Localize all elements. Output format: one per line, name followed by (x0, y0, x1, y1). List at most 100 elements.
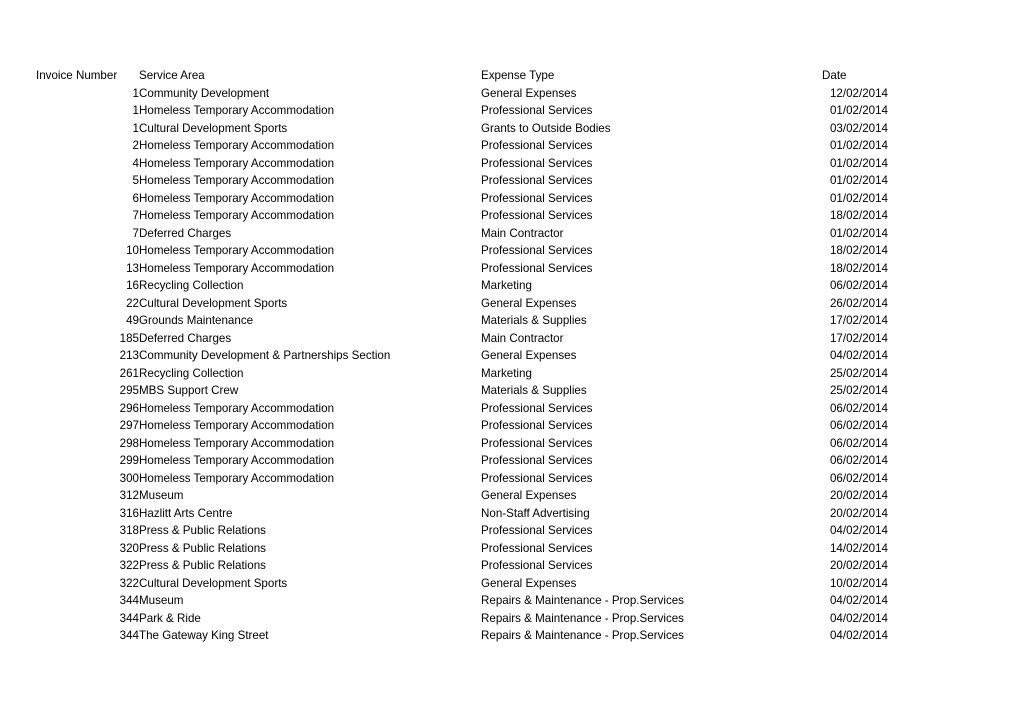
cell-service-area: The Gateway King Street (139, 629, 269, 642)
cell-date: 06/02/2014 (829, 279, 888, 292)
invoice-table: Invoice Number Service Area Expense Type… (36, 67, 888, 645)
cell-expense-type: Professional Services (481, 436, 593, 450)
cell-invoice-number: 322 (119, 576, 139, 590)
table-row: 7 Homeless Temporary Accommodation Profess… (36, 207, 888, 225)
cell-invoice-number: 300 (119, 471, 139, 485)
cell-expense-type: Professional Services (481, 244, 593, 257)
cell-expense-type: General Expenses (481, 489, 577, 502)
cell-date: 06/02/2014 (829, 454, 888, 467)
table-header-row: Invoice Number Service Area Expense Type… (36, 67, 888, 85)
cell-date: 20/02/2014 (829, 489, 888, 502)
cell-date: 03/02/2014 (829, 121, 888, 135)
cell-date: 06/02/2014 (829, 401, 888, 415)
cell-invoice-number: 16 (126, 279, 139, 292)
cell-date: 26/02/2014 (829, 296, 888, 310)
cell-service-area: Homeless Temporary Accommodation (139, 156, 335, 170)
cell-date: 01/02/2014 (829, 104, 888, 117)
cell-expense-type: Professional Services (481, 559, 593, 572)
cell-expense-type: Main Contractor (481, 331, 564, 345)
table-row: 261 Recycling Collection Marketing 25/02/20… (36, 365, 888, 383)
cell-service-area: Cultural Development Sports (139, 576, 288, 590)
cell-service-area: Community Development & Partnerships Sec… (139, 349, 391, 362)
cell-service-area: Homeless Temporary Accommodation (139, 191, 335, 205)
cell-expense-type: Professional Services (481, 139, 593, 152)
table-row: 312 Museum General Expenses 20/02/2014 (36, 487, 888, 505)
table-row: 318 Press & Public Relations Professional … (36, 522, 888, 540)
table-row: 322 Press & Public Relations Professional … (36, 557, 888, 575)
table-row: 320 Press & Public Relations Professional … (36, 540, 888, 558)
cell-invoice-number: 318 (119, 524, 139, 537)
column-header-expense-type: Expense Type (481, 69, 555, 82)
table-row: 6 Homeless Temporary Accommodation Profess… (36, 190, 888, 208)
cell-date: 12/02/2014 (829, 86, 888, 100)
cell-service-area: Museum (139, 489, 184, 502)
column-header-date: Date (822, 69, 847, 82)
table-row: 5 Homeless Temporary Accommodation Profess… (36, 172, 888, 190)
cell-service-area: Press & Public Relations (139, 559, 266, 572)
cell-date: 18/02/2014 (829, 209, 888, 222)
table-row: 316 Hazlitt Arts Centre Non-Staff Advertis… (36, 505, 888, 523)
table-row: 344 Park & Ride Repairs & Maintenance - Pr… (36, 610, 888, 628)
cell-date: 20/02/2014 (829, 559, 888, 572)
table-row: 322 Cultural Development Sports General Ex… (36, 575, 888, 593)
cell-invoice-number: 7 (132, 209, 139, 222)
cell-invoice-number: 296 (119, 401, 139, 415)
cell-date: 01/02/2014 (829, 191, 888, 205)
column-header-invoice-number: Invoice Number (36, 69, 118, 82)
cell-invoice-number: 316 (119, 506, 139, 520)
cell-invoice-number: 49 (126, 314, 139, 327)
cell-expense-type: General Expenses (481, 86, 577, 100)
cell-service-area: Museum (139, 594, 184, 607)
cell-invoice-number: 13 (126, 261, 139, 275)
table-row: 16 Recycling Collection Marketing 06/02/201… (36, 277, 888, 295)
cell-expense-type: Professional Services (481, 401, 593, 415)
cell-invoice-number: 213 (119, 349, 139, 362)
table-row: 213 Community Development & Partnerships … (36, 347, 888, 365)
cell-expense-type: General Expenses (481, 349, 577, 362)
cell-expense-type: Professional Services (481, 541, 593, 555)
document-page: Invoice Number Service Area Expense Type… (0, 0, 1020, 721)
cell-date: 01/02/2014 (829, 156, 888, 170)
cell-date: 04/02/2014 (829, 594, 888, 607)
cell-date: 04/02/2014 (829, 629, 888, 642)
cell-service-area: Hazlitt Arts Centre (139, 506, 233, 520)
cell-expense-type: Repairs & Maintenance - Prop.Services (481, 611, 684, 625)
cell-expense-type: Marketing (481, 279, 532, 292)
cell-date: 06/02/2014 (829, 436, 888, 450)
cell-invoice-number: 10 (126, 244, 139, 257)
cell-expense-type: Professional Services (481, 174, 593, 187)
cell-expense-type: Professional Services (481, 454, 593, 467)
table-row: 300 Homeless Temporary Accommodation Profe… (36, 470, 888, 488)
cell-invoice-number: 22 (126, 296, 139, 310)
cell-service-area: Recycling Collection (139, 279, 244, 292)
table-row: 1 Cultural Development Sports Grants to Ou… (36, 120, 888, 138)
table-row: 4 Homeless Temporary Accommodation Profess… (36, 155, 888, 173)
cell-expense-type: Repairs & Maintenance - Prop.Services (481, 594, 684, 607)
cell-service-area: Press & Public Relations (139, 524, 266, 537)
table-row: 297 Homeless Temporary Accommodation Profe… (36, 417, 888, 435)
cell-expense-type: Professional Services (481, 524, 593, 537)
cell-expense-type: Professional Services (481, 209, 593, 222)
cell-service-area: MBS Support Crew (139, 384, 239, 397)
cell-invoice-number: 1 (132, 86, 139, 100)
cell-expense-type: Professional Services (481, 419, 593, 432)
cell-date: 04/02/2014 (829, 611, 888, 625)
table-row: 49 Grounds Maintenance Materials & Supplie… (36, 312, 888, 330)
cell-date: 01/02/2014 (829, 139, 888, 152)
cell-invoice-number: 5 (132, 174, 139, 187)
cell-service-area: Homeless Temporary Accommodation (139, 436, 335, 450)
cell-service-area: Park & Ride (139, 611, 201, 625)
table-row: 185 Deferred Charges Main Contractor 17/02/… (36, 330, 888, 348)
table-header: Invoice Number Service Area Expense Type… (36, 67, 888, 85)
cell-expense-type: Non-Staff Advertising (481, 506, 590, 520)
cell-date: 04/02/2014 (829, 349, 888, 362)
cell-invoice-number: 312 (119, 489, 139, 502)
cell-service-area: Homeless Temporary Accommodation (139, 401, 335, 415)
cell-expense-type: Grants to Outside Bodies (481, 121, 611, 135)
cell-invoice-number: 297 (119, 419, 139, 432)
cell-date: 10/02/2014 (829, 576, 888, 590)
table-row: 344 Museum Repairs & Maintenance - Prop.Se… (36, 592, 888, 610)
cell-invoice-number: 295 (119, 384, 139, 397)
cell-service-area: Deferred Charges (139, 331, 232, 345)
cell-service-area: Press & Public Relations (139, 541, 266, 555)
